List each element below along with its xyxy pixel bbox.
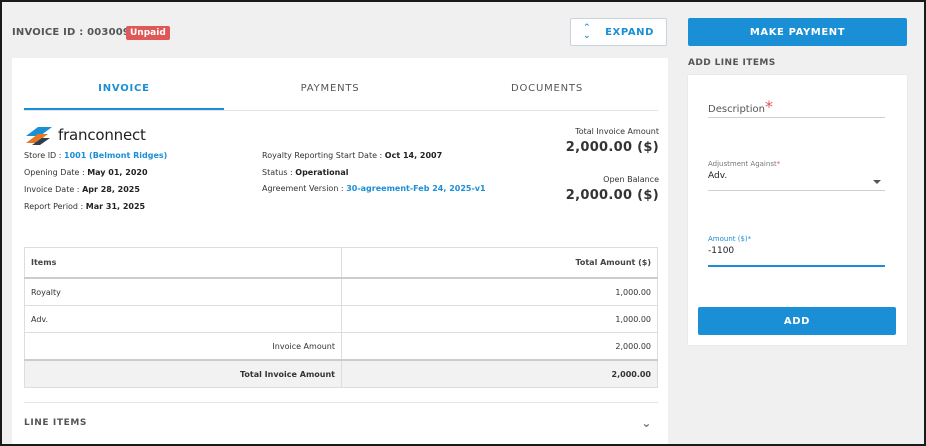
table-row: Royalty 1,000.00: [24, 277, 658, 306]
agreement-label: Agreement Version :: [262, 184, 344, 193]
agreement-link[interactable]: 30-agreement-Feb 24, 2025-v1: [346, 184, 485, 193]
franconnect-logo-icon: [26, 127, 52, 145]
expand-icon: ⌃ ⌄: [582, 23, 592, 41]
amount-value: -1100: [708, 246, 735, 256]
table-row: Adv. 1,000.00: [24, 305, 658, 333]
tab-invoice[interactable]: INVOICE: [24, 74, 224, 110]
invoice-date-row: Invoice Date : Apr 28, 2025: [24, 185, 140, 194]
expand-label: EXPAND: [605, 26, 655, 38]
add-line-items-title: ADD LINE ITEMS: [688, 58, 776, 68]
tab-documents[interactable]: DOCUMENTS: [436, 74, 658, 110]
logo-text: franconnect: [58, 126, 146, 144]
royalty-start-label: Royalty Reporting Start Date :: [262, 151, 383, 160]
amount-cell: 1,000.00: [341, 305, 658, 333]
total-invoice-label: Total Invoice Amount: [575, 127, 659, 136]
brand-logo: franconnect: [24, 124, 146, 146]
invoice-date-value: Apr 28, 2025: [82, 185, 140, 194]
chevron-down-icon: ⌄: [641, 416, 652, 430]
royalty-start-value: Oct 14, 2007: [384, 151, 443, 160]
adjustment-against-value: Adv.: [708, 171, 728, 181]
total-invoice-value: 2,000.00 ($): [565, 140, 659, 155]
amount-cell: 1,000.00: [341, 277, 658, 306]
invoice-date-label: Invoice Date :: [24, 185, 80, 194]
amount-field[interactable]: Amount ($)* -1100: [708, 235, 885, 267]
item-cell: Adv.: [24, 305, 342, 333]
invoice-id: INVOICE ID : 003009: [12, 27, 131, 38]
status-value: Operational: [295, 168, 349, 177]
store-id-label: Store ID :: [24, 151, 62, 160]
open-balance-label: Open Balance: [603, 175, 659, 184]
total-invoice-amount-value: 2,000.00: [341, 359, 658, 388]
total-invoice-amount-label: Total Invoice Amount: [24, 359, 342, 388]
opening-date-row: Opening Date : May 01, 2020: [24, 168, 148, 177]
make-payment-button[interactable]: MAKE PAYMENT: [688, 18, 907, 46]
agreement-row: Agreement Version : 30-agreement-Feb 24,…: [262, 184, 486, 193]
adjustment-against-label: Adjustment Against*: [708, 160, 781, 168]
expand-button[interactable]: ⌃ ⌄ EXPAND: [570, 18, 667, 46]
description-field[interactable]: Description*: [708, 97, 885, 118]
amount-label: Amount ($)*: [708, 235, 752, 243]
dropdown-caret-icon: [873, 180, 881, 184]
add-button[interactable]: ADD: [698, 307, 896, 335]
tab-payments[interactable]: PAYMENTS: [224, 74, 436, 110]
item-cell: Royalty: [24, 277, 342, 306]
line-items-accordion[interactable]: LINE ITEMS ⌄: [24, 402, 658, 443]
royalty-start-row: Royalty Reporting Start Date : Oct 14, 2…: [262, 151, 442, 160]
app-frame: INVOICE ID : 003009 Unpaid ⌃ ⌄ EXPAND INV…: [0, 0, 926, 446]
tab-bar: INVOICE PAYMENTS DOCUMENTS: [24, 74, 658, 111]
status-badge: Unpaid: [126, 26, 170, 40]
line-items-label: LINE ITEMS: [24, 418, 87, 428]
opening-date-value: May 01, 2020: [87, 168, 148, 177]
report-period-label: Report Period :: [24, 202, 84, 211]
open-balance-value: 2,000.00 ($): [565, 188, 659, 203]
report-period-row: Report Period : Mar 31, 2025: [24, 202, 145, 211]
column-header-total-amount: Total Amount ($): [341, 247, 658, 279]
invoice-card: INVOICE PAYMENTS DOCUMENTS franconnect S…: [12, 58, 668, 444]
opening-date-label: Opening Date :: [24, 168, 85, 177]
invoice-amount-value: 2,000.00: [341, 332, 658, 361]
invoice-amount-row: Invoice Amount 2,000.00: [24, 332, 658, 361]
invoice-amount-label: Invoice Amount: [24, 332, 342, 361]
add-line-items-form: Description* Adjustment Against* Adv. Am…: [688, 75, 907, 345]
store-id-link[interactable]: 1001 (Belmont Ridges): [64, 151, 167, 160]
status-row: Status : Operational: [262, 168, 348, 177]
report-period-value: Mar 31, 2025: [85, 202, 146, 211]
total-invoice-amount-row: Total Invoice Amount 2,000.00: [24, 359, 658, 388]
store-id-row: Store ID : 1001 (Belmont Ridges): [24, 151, 167, 160]
status-label: Status :: [262, 168, 293, 177]
invoice-items-table: Items Total Amount ($) Royalty 1,000.00 …: [24, 247, 658, 388]
adjustment-against-select[interactable]: Adjustment Against* Adv.: [708, 160, 885, 191]
column-header-items: Items: [24, 247, 342, 279]
table-header-row: Items Total Amount ($): [24, 247, 658, 279]
description-placeholder: Description: [708, 104, 765, 115]
required-mark: *: [764, 97, 773, 116]
